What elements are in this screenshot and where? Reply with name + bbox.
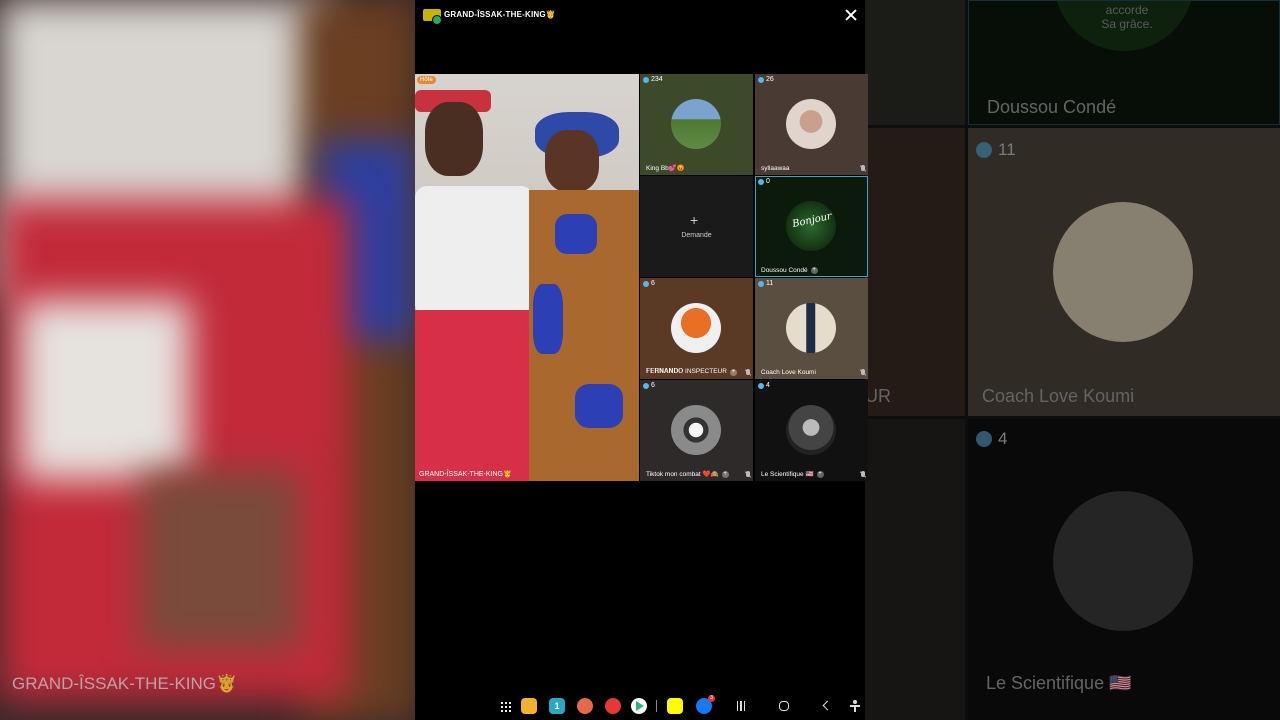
host-avatar-icon[interactable]: [423, 9, 442, 25]
contacts-app-icon[interactable]: [577, 698, 593, 714]
guest-name: Doussou Condé: [761, 267, 808, 274]
host-video-name: GRAND-ÎSSAK-THE-KING🤴: [419, 471, 512, 478]
guest-name: syllaawaa: [761, 165, 790, 172]
accessibility-icon[interactable]: [850, 700, 860, 712]
guest-tile[interactable]: 4 Le Scientifique 🇺🇸 +: [755, 380, 868, 481]
mic-muted-icon: [746, 471, 750, 477]
guest-tile[interactable]: 6 Tiktok mon combat ❤️🙈 +: [640, 380, 753, 481]
add-friend-icon[interactable]: +: [810, 267, 818, 274]
add-friend-icon[interactable]: +: [721, 470, 729, 478]
add-friend-icon[interactable]: +: [729, 368, 737, 376]
right-blurred-background: accorde Sa grâce. Doussou Condé UR 11 Co…: [865, 0, 1280, 720]
guest-count: 11: [766, 280, 774, 287]
youtube-app-icon[interactable]: [605, 698, 621, 714]
host-title: GRAND-ÎSSAK-THE-KING🤴: [444, 10, 556, 19]
viewer-dot-icon: [758, 76, 764, 83]
avatar: Bonjour: [786, 201, 836, 251]
guest-tile[interactable]: 11 Coach Love Koumi: [755, 278, 868, 379]
request-tile[interactable]: + Demande: [640, 176, 753, 277]
avatar: [671, 99, 721, 149]
guest-tile[interactable]: 234 King Bb💕😡: [640, 74, 753, 175]
play-store-app-icon[interactable]: [631, 698, 647, 714]
left-host-name: GRAND-ÎSSAK-THE-KING🤴: [12, 674, 238, 693]
add-friend-icon[interactable]: +: [816, 470, 824, 478]
viewer-dot-icon: [758, 178, 764, 185]
dock-divider: [656, 700, 657, 712]
guest-count: 6: [651, 382, 655, 389]
host-video[interactable]: Hôte GRAND-ÎSSAK-THE-KING🤴: [415, 74, 639, 481]
guest-count: 0: [766, 178, 770, 185]
recents-button[interactable]: [737, 701, 745, 711]
guest-count: 4: [766, 382, 770, 389]
system-nav-bar: 1 3: [415, 692, 865, 720]
top-bar: GRAND-ÎSSAK-THE-KING🤴: [415, 0, 865, 30]
guest-name: Le Scientifique 🇺🇸: [761, 471, 814, 478]
guest-name: 𝐅𝐄𝐑𝐍𝐀𝐍𝐃𝐎 INSPECTEUR: [646, 368, 727, 375]
guest-name: Tiktok mon combat ❤️🙈: [646, 471, 719, 478]
guest-tile[interactable]: 6 𝐅𝐄𝐑𝐍𝐀𝐍𝐃𝐎 INSPECTEUR +: [640, 278, 753, 379]
viewer-dot-icon: [643, 76, 649, 83]
close-button[interactable]: [843, 7, 859, 23]
guest-tile[interactable]: 0 Bonjour Doussou Condé +: [755, 176, 868, 277]
facebook-app-icon[interactable]: 3: [696, 695, 715, 714]
guest-grid: 234 King Bb💕😡 26 syllaawaa + Demande 0 B…: [640, 74, 868, 481]
back-button[interactable]: [822, 700, 833, 711]
mic-muted-icon: [861, 471, 865, 477]
guest-name: King Bb💕😡: [646, 165, 685, 172]
files-app-icon[interactable]: [521, 698, 537, 714]
add-icon: +: [690, 212, 699, 228]
guest-tile[interactable]: 26 syllaawaa: [755, 74, 868, 175]
avatar: [671, 303, 721, 353]
viewer-dot-icon: [643, 382, 649, 389]
avatar: [786, 405, 836, 455]
calendar-app-icon[interactable]: 1: [549, 698, 565, 714]
avatar: [671, 405, 721, 455]
viewer-dot-icon: [758, 382, 764, 389]
viewer-dot-icon: [643, 280, 649, 287]
avatar-text: Bonjour: [791, 210, 833, 231]
avatar: [786, 99, 836, 149]
mic-muted-icon: [861, 369, 865, 375]
viewer-dot-icon: [758, 280, 764, 287]
notification-badge: 3: [708, 695, 715, 702]
guest-count: 6: [651, 280, 655, 287]
guest-name: Coach Love Koumi: [761, 369, 816, 376]
snapchat-app-icon[interactable]: [667, 698, 683, 714]
left-blurred-background: GRAND-ÎSSAK-THE-KING🤴: [0, 0, 415, 720]
mic-muted-icon: [861, 165, 865, 171]
guest-count: 234: [651, 76, 663, 83]
live-panel: GRAND-ÎSSAK-THE-KING🤴 Hôte GRAND-ÎSSAK-T…: [415, 0, 868, 720]
mic-muted-icon: [746, 369, 750, 375]
app-drawer-icon[interactable]: [500, 701, 511, 712]
guest-count: 26: [766, 76, 774, 83]
home-button[interactable]: [779, 701, 789, 711]
host-badge: Hôte: [417, 76, 436, 84]
avatar: [786, 303, 836, 353]
request-label: Demande: [681, 232, 712, 239]
